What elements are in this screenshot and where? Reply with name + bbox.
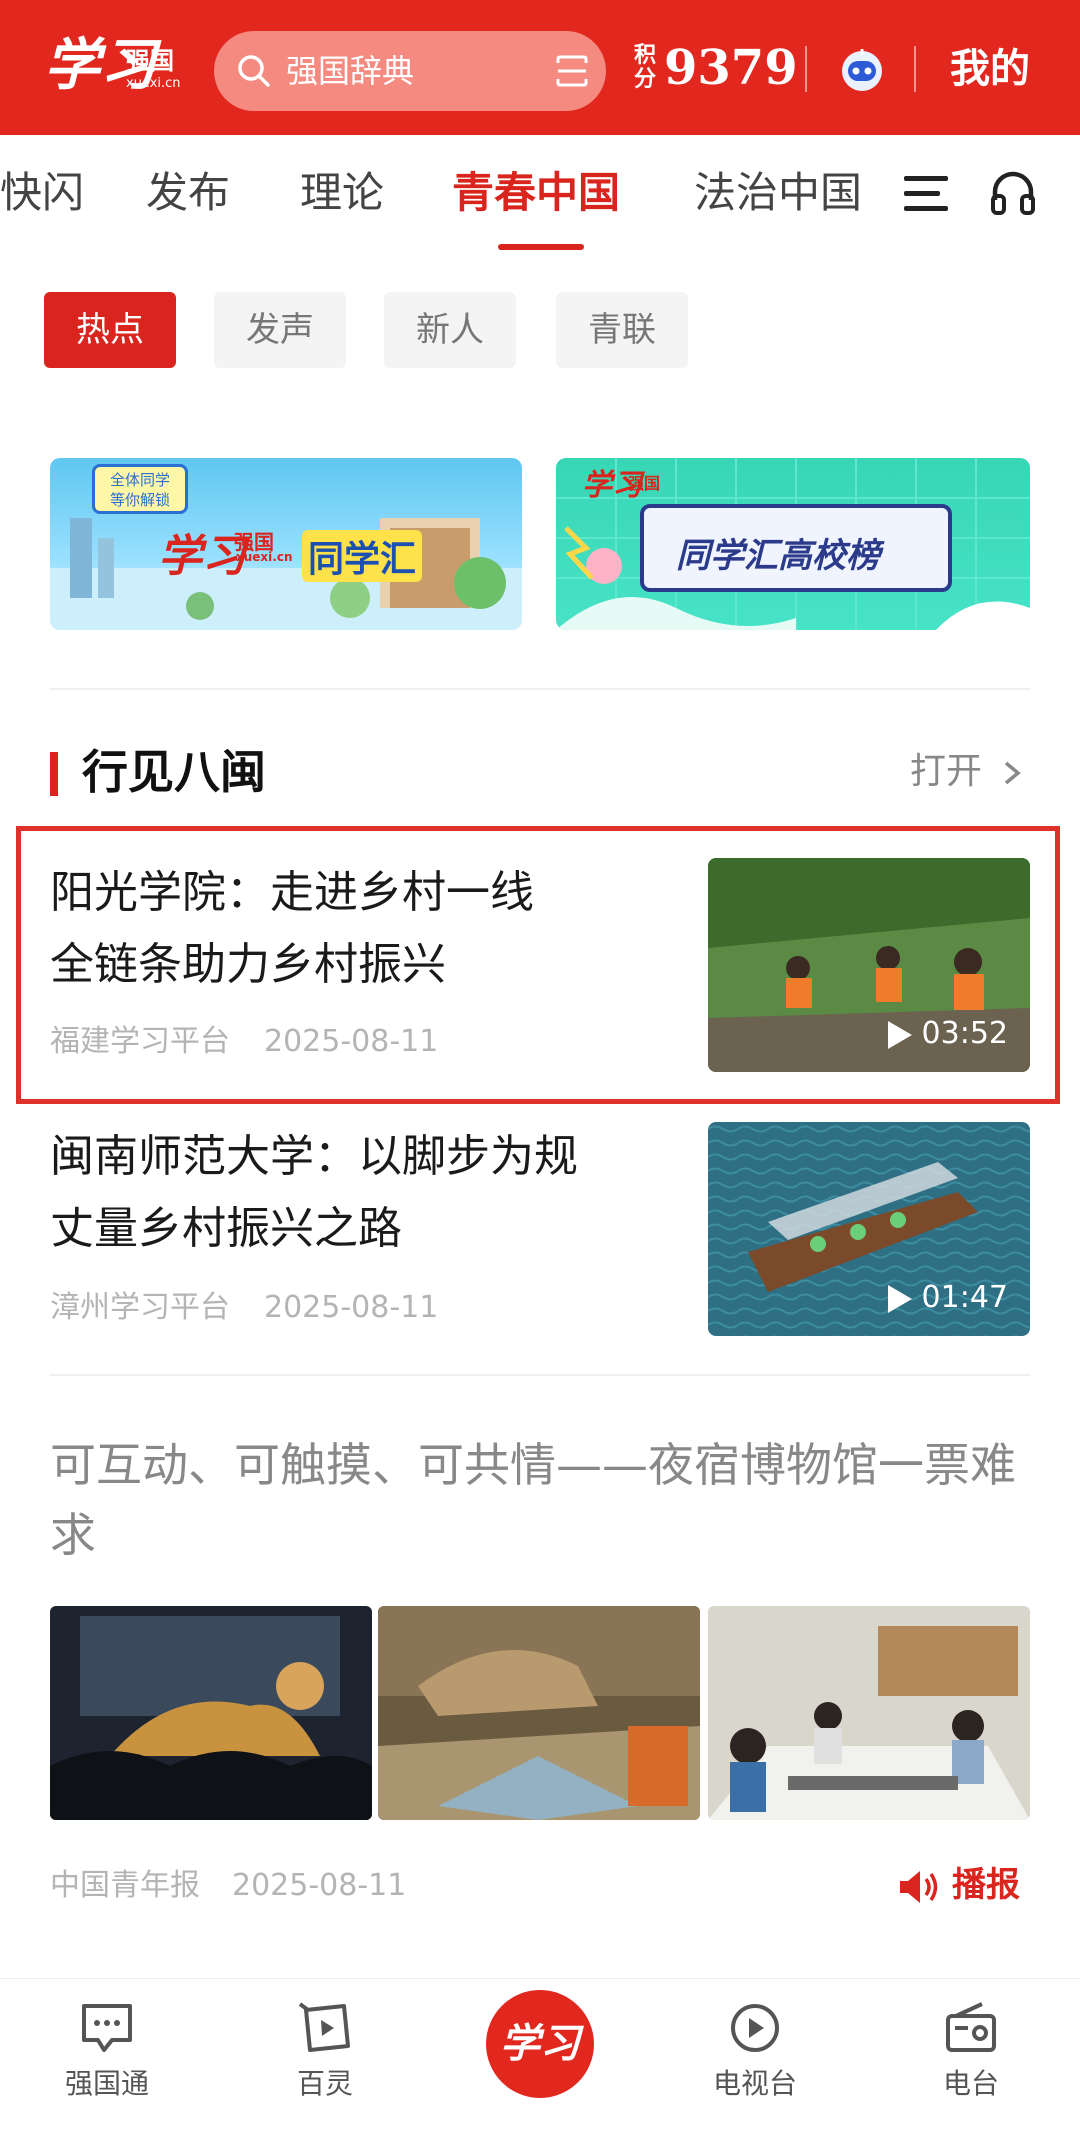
robot-assistant-icon[interactable] [838,45,886,93]
bubble-line-1: 全体同学 [109,471,170,489]
tab-fabu[interactable]: 发布 [146,165,230,221]
chat-icon [82,2004,132,2052]
video-play-icon [298,2002,350,2052]
bubble-line-2: 等你解锁 [109,491,170,509]
photo-image [708,1606,1030,1820]
article-2-title-line-1[interactable]: 闽南师范大学：以脚步为规 [50,1122,670,1192]
subtab-qinglian[interactable]: 青联 [556,292,688,368]
duration-text: 03:52 [921,1016,1008,1051]
section-open-link[interactable]: 打开 [910,746,982,798]
banner-tongxuehui-ranking[interactable]: 学习 强国 同学汇高校榜 [556,458,1030,630]
banner-tongxuehui[interactable]: 全体同学 等你解锁 学习 强国 xuexi.cn 同学汇 [50,458,522,630]
subtab-xinren[interactable]: 新人 [384,292,516,368]
nav-label: 电台 [942,2067,999,2100]
article-2-date: 2025-08-11 [264,1290,439,1325]
subtab-fasheng[interactable]: 发声 [214,292,346,368]
banner-logo: 学习 [158,531,246,582]
radio-icon [946,2002,996,2052]
tab-qingchun-zhongguo[interactable]: 青春中国 [452,165,620,221]
broadcast-button[interactable]: 播报 [952,1864,1020,1906]
speaker-icon[interactable] [898,1868,940,1906]
video-duration: 01:47 [887,1280,1008,1316]
photo-image [50,1606,372,1820]
chevron-right-icon[interactable] [1002,760,1022,786]
article-1-title-line-1[interactable]: 阳光学院：走进乡村一线 [50,858,670,928]
play-icon [887,1020,912,1049]
article-1-source: 福建学习平台 [50,1024,230,1059]
play-icon [887,1284,912,1313]
article-2-title-line-2[interactable]: 丈量乡村振兴之路 [50,1194,670,1264]
tab-lilun[interactable]: 理论 [300,165,384,221]
my-profile-link[interactable]: 我的 [950,44,1030,94]
article-3-source: 中国青年报 [50,1868,200,1903]
logo-sub: 强国 [126,47,174,75]
app-logo: 学习 强国 xuexi.cn [44,30,194,102]
tv-play-icon [731,2004,779,2052]
photo-image [378,1606,700,1820]
banner-title: 同学汇 [302,530,423,582]
section-accent-bar [50,752,58,796]
tab-kuaishan[interactable]: 快闪 [0,165,84,221]
nav-diantai[interactable]: 电台 [896,2000,1046,2104]
article-2-video-thumbnail[interactable]: 01:47 [708,1122,1030,1336]
article-3-photo-3[interactable] [708,1606,1030,1820]
nav-dianshitai[interactable]: 电视台 [680,2000,830,2104]
headphone-icon[interactable] [990,168,1036,216]
nav-xuexi-home[interactable]: 学习 [486,1990,594,2098]
search-placeholder: 强国辞典 [286,52,415,90]
points-label: 积分 [634,43,657,92]
nav-label: 强国通 [64,2067,149,2100]
article-2-source: 漳州学习平台 [50,1290,230,1325]
banner-speech-bubble: 全体同学 等你解锁 [92,464,188,514]
search-bar[interactable]: 强国辞典 [214,31,606,111]
logo-domain: xuexi.cn [126,76,181,91]
divider [50,1374,1030,1376]
scan-icon[interactable] [554,53,590,89]
article-3-photo-2[interactable] [378,1606,700,1820]
nav-label: 电视台 [712,2067,797,2100]
banner-title: 同学汇高校榜 [676,536,880,576]
divider [914,46,916,92]
menu-icon[interactable] [904,174,948,214]
divider [50,688,1030,690]
active-tab-indicator [498,244,584,250]
nav-qiangguotong[interactable]: 强国通 [32,2000,182,2104]
article-1-title-line-2[interactable]: 全链条助力乡村振兴 [50,930,670,1000]
points-value[interactable]: 9379 [664,38,798,98]
nav-bailing[interactable]: 百灵 [250,2000,400,2104]
banner-logo-domain: xuexi.cn [236,550,293,564]
article-1-video-thumbnail[interactable]: 03:52 [708,858,1030,1072]
search-icon [238,55,270,87]
banner-logo-sub: 强国 [628,474,661,493]
section-title: 行见八闽 [82,745,266,799]
subtab-redian[interactable]: 热点 [44,292,176,368]
article-3-title[interactable]: 可互动、可触摸、可共情——夜宿博物馆一票难求 [50,1430,1040,1570]
nav-label: 百灵 [296,2067,353,2100]
article-3-date: 2025-08-11 [232,1868,407,1903]
video-duration: 03:52 [887,1016,1008,1052]
article-1-date: 2025-08-11 [264,1024,439,1059]
divider [805,46,807,92]
duration-text: 01:47 [921,1280,1008,1315]
tab-fazhi-zhongguo[interactable]: 法治中国 [694,165,862,221]
article-3-photo-1[interactable] [50,1606,372,1820]
